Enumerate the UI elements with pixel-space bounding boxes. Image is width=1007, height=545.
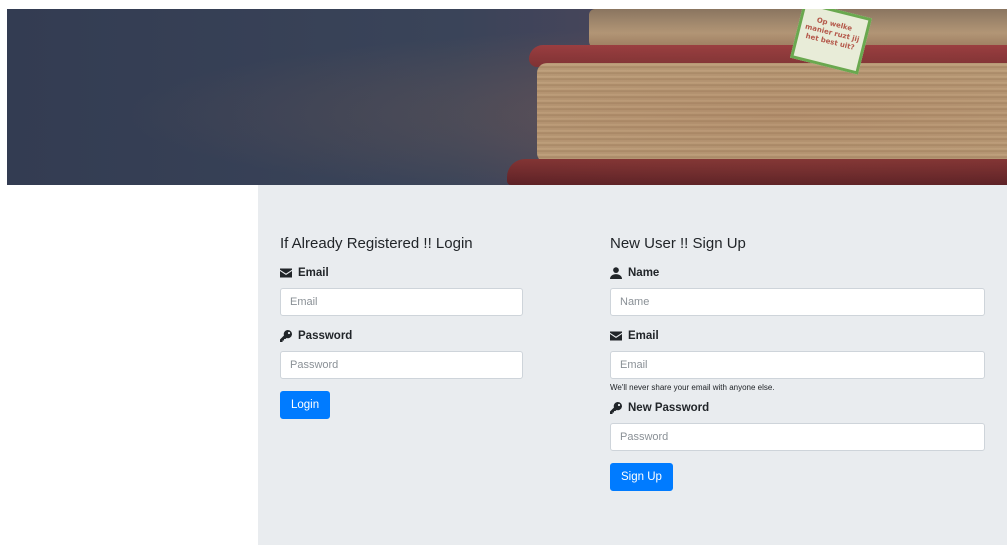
key-icon [280, 330, 292, 342]
signup-email-label-text: Email [628, 330, 659, 342]
sticky-note-text: Op welke manier ruzt jij het best uit? [804, 16, 861, 52]
envelope-icon [280, 268, 292, 278]
login-password-label-text: Password [298, 330, 353, 342]
login-heading: If Already Registered !! Login [280, 235, 473, 252]
email-help-text: We'll never share your email with anyone… [610, 383, 775, 392]
signup-form: New User !! Sign Up Name Email We'll nev… [610, 233, 985, 491]
forms-panel: If Already Registered !! Login Email Pas… [258, 185, 1007, 545]
hero-banner-image: Op welke manier ruzt jij het best uit? [7, 9, 1007, 185]
user-icon [610, 267, 622, 279]
login-email-label-text: Email [298, 267, 329, 279]
login-button[interactable]: Login [280, 391, 331, 419]
login-form: If Already Registered !! Login Email Pas… [280, 233, 523, 419]
signup-button[interactable]: Sign Up [610, 463, 673, 491]
signup-password-label: New Password [610, 400, 985, 416]
login-email-label: Email [280, 265, 523, 281]
envelope-icon [610, 331, 622, 341]
login-email-input[interactable] [280, 288, 523, 316]
signup-email-label: Email [610, 328, 985, 344]
signup-name-input[interactable] [610, 288, 985, 316]
signup-password-input[interactable] [610, 423, 985, 451]
key-icon [610, 402, 622, 414]
login-password-input[interactable] [280, 351, 523, 379]
signup-name-label-text: Name [628, 267, 660, 279]
signup-heading: New User !! Sign Up [610, 235, 746, 252]
signup-email-input[interactable] [610, 351, 985, 379]
signup-password-label-text: New Password [628, 402, 710, 414]
signup-name-label: Name [610, 265, 985, 281]
login-password-label: Password [280, 328, 523, 344]
